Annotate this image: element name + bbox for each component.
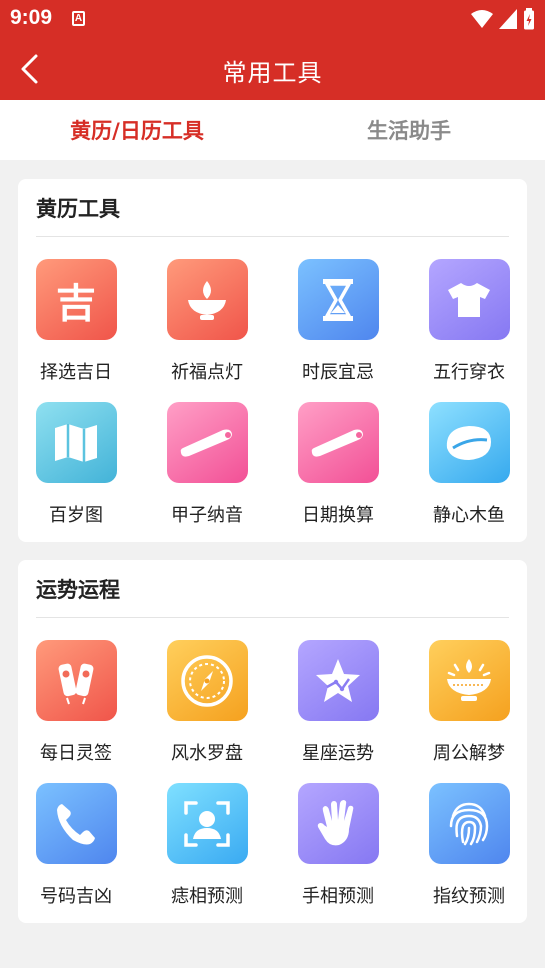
tool-label: 静心木鱼	[433, 505, 505, 526]
battery-icon	[524, 8, 534, 30]
hourglass-icon	[297, 259, 379, 340]
face-scan-icon	[166, 783, 248, 864]
tool-label: 日期换算	[302, 505, 374, 526]
tool-wooden-fish[interactable]: 静心木鱼	[414, 402, 524, 527]
palm-icon	[297, 783, 379, 864]
tool-fingerprint-reading[interactable]: 指纹预测	[414, 783, 524, 908]
status-time: 9:09	[10, 6, 53, 29]
section-title: 黄历工具	[36, 197, 120, 221]
tool-phone-number-luck[interactable]: 号码吉凶	[21, 783, 131, 908]
tool-label: 祈福点灯	[171, 362, 243, 383]
tab-almanac-tools[interactable]: 黄历/日历工具	[27, 115, 247, 145]
star-constellation-icon	[297, 640, 379, 721]
tool-label: 五行穿衣	[433, 362, 505, 383]
tool-label: 号码吉凶	[40, 886, 112, 907]
tool-daily-fortune-stick[interactable]: 每日灵签	[21, 640, 131, 765]
section-divider	[36, 617, 509, 618]
section-almanac-tools: 黄历工具 吉 择选吉日 祈福点灯 时辰宜忌 五行穿衣 百岁图 甲子纳音 日期换算…	[18, 179, 527, 542]
tool-hour-auspicious[interactable]: 时辰宜忌	[283, 259, 393, 384]
wooden-fish-icon	[428, 402, 510, 483]
dream-lamp-icon	[428, 640, 510, 721]
oil-lamp-icon	[166, 259, 248, 340]
phone-icon	[35, 783, 117, 864]
fingerprint-icon	[428, 783, 510, 864]
tool-palm-reading[interactable]: 手相预测	[283, 783, 393, 908]
tool-dream-interpretation[interactable]: 周公解梦	[414, 640, 524, 765]
tool-label: 甲子纳音	[171, 505, 243, 526]
scroll-icon	[166, 402, 248, 483]
section-divider	[36, 236, 509, 237]
tool-label: 手相预测	[302, 886, 374, 907]
fortune-sticks-icon	[35, 640, 117, 721]
map-icon	[35, 402, 117, 483]
tab-life-assistant[interactable]: 生活助手	[299, 115, 519, 145]
tool-label: 每日灵签	[40, 743, 112, 764]
scroll-icon	[297, 402, 379, 483]
section-fortune: 运势运程 每日灵签 风水罗盘 星座运势 周公解梦 号码吉凶 痣相预测 手相预测 …	[18, 560, 527, 923]
tool-label: 星座运势	[302, 743, 374, 764]
wifi-icon	[471, 10, 493, 28]
tshirt-icon	[428, 259, 510, 340]
tool-label: 指纹预测	[433, 886, 505, 907]
tool-label: 择选吉日	[40, 362, 112, 383]
tool-fengshui-compass[interactable]: 风水罗盘	[152, 640, 262, 765]
tool-date-conversion[interactable]: 日期换算	[283, 402, 393, 527]
tool-horoscope[interactable]: 星座运势	[283, 640, 393, 765]
section-title: 运势运程	[36, 578, 120, 602]
tool-label: 时辰宜忌	[302, 362, 374, 383]
compass-icon	[166, 640, 248, 721]
tool-select-lucky-day[interactable]: 吉 择选吉日	[21, 259, 131, 384]
tool-jiazi-nayin[interactable]: 甲子纳音	[152, 402, 262, 527]
status-bar: 9:09 A	[0, 0, 545, 38]
tool-label: 周公解梦	[433, 743, 505, 764]
tool-label: 风水罗盘	[171, 743, 243, 764]
notification-icon: A	[72, 11, 85, 26]
page-title: 常用工具	[222, 59, 323, 87]
tool-label: 百岁图	[49, 505, 103, 526]
tool-blessing-lamp[interactable]: 祈福点灯	[152, 259, 262, 384]
tool-centenary-chart[interactable]: 百岁图	[21, 402, 131, 527]
ji-character-icon: 吉	[35, 259, 117, 340]
tool-mole-reading[interactable]: 痣相预测	[152, 783, 262, 908]
app-header: 常用工具	[0, 38, 545, 100]
signal-icon	[499, 9, 517, 29]
tool-label: 痣相预测	[171, 886, 243, 907]
tool-five-elements-outfit[interactable]: 五行穿衣	[414, 259, 524, 384]
status-icons	[471, 8, 535, 30]
tab-bar: 黄历/日历工具 生活助手	[0, 100, 545, 160]
